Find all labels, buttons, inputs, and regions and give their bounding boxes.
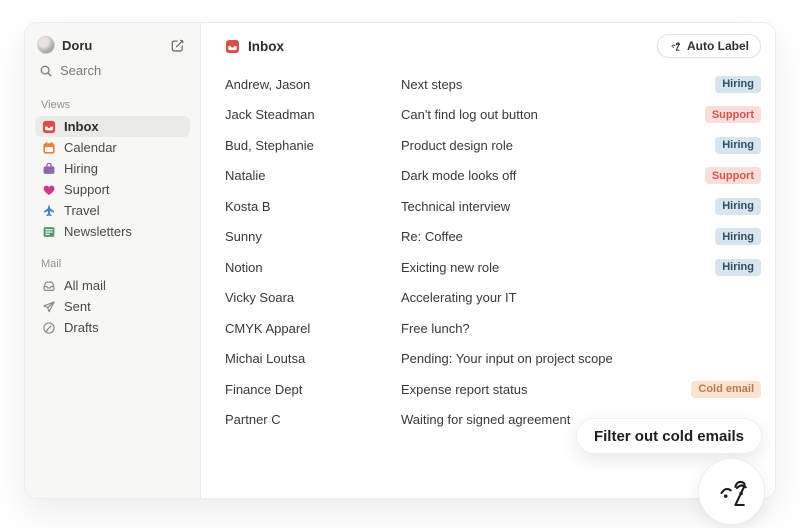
drafts-icon <box>41 320 56 335</box>
email-row[interactable]: Vicky SoaraAccelerating your IT <box>225 283 761 314</box>
search-input[interactable]: Search <box>35 58 190 83</box>
email-sender: Partner C <box>225 412 401 427</box>
user-menu[interactable]: Doru <box>35 34 190 56</box>
email-sender: Andrew, Jason <box>225 77 401 92</box>
sidebar-item-label: Sent <box>64 299 91 314</box>
user-name: Doru <box>62 38 161 53</box>
email-subject: Dark mode looks off <box>401 168 705 183</box>
email-row[interactable]: NotionExicting new roleHiring <box>225 252 761 283</box>
email-label-badge: Support <box>705 167 761 184</box>
sidebar-item-all-mail[interactable]: All mail <box>35 275 190 296</box>
email-sender: Vicky Soara <box>225 290 401 305</box>
calendar-icon <box>41 140 56 155</box>
compose-icon[interactable] <box>168 36 186 54</box>
section-label-mail: Mail <box>41 258 184 270</box>
ai-suggestion-text: Filter out cold emails <box>594 428 744 445</box>
heart-icon <box>41 182 56 197</box>
email-subject: Exicting new role <box>401 260 715 275</box>
section-label-views: Views <box>41 99 184 111</box>
email-row[interactable]: SunnyRe: CoffeeHiring <box>225 222 761 253</box>
email-row[interactable]: Michai LoutsaPending: Your input on proj… <box>225 344 761 375</box>
sidebar-item-inbox[interactable]: Inbox <box>35 116 190 137</box>
auto-label-button[interactable]: Auto Label <box>657 34 761 58</box>
send-icon <box>41 299 56 314</box>
email-label-badge: Hiring <box>715 198 761 215</box>
email-sender: Kosta B <box>225 199 401 214</box>
email-subject: Accelerating your IT <box>401 290 761 305</box>
sidebar-item-label: Hiring <box>64 161 98 176</box>
email-subject: Product design role <box>401 138 715 153</box>
search-icon <box>39 64 53 78</box>
sidebar-item-label: Newsletters <box>64 224 132 239</box>
email-subject: Can't find log out button <box>401 107 705 122</box>
ai-suggestion-tooltip[interactable]: Filter out cold emails <box>577 419 761 453</box>
inbox-icon <box>225 39 240 54</box>
ai-assistant-button[interactable] <box>699 459 764 524</box>
sidebar-item-label: All mail <box>64 278 106 293</box>
email-sender: Jack Steadman <box>225 107 401 122</box>
email-label-badge: Hiring <box>715 228 761 245</box>
sidebar-item-label: Drafts <box>64 320 99 335</box>
sidebar-item-support[interactable]: Support <box>35 179 190 200</box>
avatar <box>37 36 55 54</box>
email-row[interactable]: Kosta BTechnical interviewHiring <box>225 191 761 222</box>
email-subject: Expense report status <box>401 382 691 397</box>
email-label-badge: Hiring <box>715 137 761 154</box>
list-header: Inbox Auto Label <box>225 23 761 69</box>
sidebar-item-label: Calendar <box>64 140 117 155</box>
newspaper-icon <box>41 224 56 239</box>
sidebar-item-newsletters[interactable]: Newsletters <box>35 221 190 242</box>
email-sender: Michai Loutsa <box>225 351 401 366</box>
sidebar-item-hiring[interactable]: Hiring <box>35 158 190 179</box>
search-label: Search <box>60 63 101 78</box>
sidebar-item-label: Travel <box>64 203 100 218</box>
email-sender: Bud, Stephanie <box>225 138 401 153</box>
sidebar-item-calendar[interactable]: Calendar <box>35 137 190 158</box>
sidebar-item-label: Inbox <box>64 119 99 134</box>
sidebar-item-sent[interactable]: Sent <box>35 296 190 317</box>
email-row[interactable]: Bud, StephanieProduct design roleHiring <box>225 130 761 161</box>
sidebar: Doru Search Views Inbox Calendar Hiring Supp… <box>25 23 201 498</box>
page-title: Inbox <box>248 39 284 54</box>
email-sender: CMYK Apparel <box>225 321 401 336</box>
email-row[interactable]: CMYK ApparelFree lunch? <box>225 313 761 344</box>
email-label-badge: Hiring <box>715 259 761 276</box>
email-row[interactable]: Jack SteadmanCan't find log out buttonSu… <box>225 100 761 131</box>
email-row[interactable]: Andrew, JasonNext stepsHiring <box>225 69 761 100</box>
email-subject: Technical interview <box>401 199 715 214</box>
sidebar-item-drafts[interactable]: Drafts <box>35 317 190 338</box>
email-list: Andrew, JasonNext stepsHiringJack Steadm… <box>225 69 761 435</box>
email-sender: Natalie <box>225 168 401 183</box>
email-label-badge: Support <box>705 106 761 123</box>
email-subject: Pending: Your input on project scope <box>401 351 761 366</box>
ai-face-icon <box>713 473 750 510</box>
email-subject: Re: Coffee <box>401 229 715 244</box>
email-sender: Notion <box>225 260 401 275</box>
sidebar-item-label: Support <box>64 182 110 197</box>
ai-face-icon <box>669 40 681 52</box>
email-sender: Finance Dept <box>225 382 401 397</box>
auto-label-button-text: Auto Label <box>687 39 749 53</box>
email-subject: Next steps <box>401 77 715 92</box>
email-label-badge: Hiring <box>715 76 761 93</box>
briefcase-icon <box>41 161 56 176</box>
email-row[interactable]: Finance DeptExpense report statusCold em… <box>225 374 761 405</box>
email-row[interactable]: NatalieDark mode looks offSupport <box>225 161 761 192</box>
inbox-icon <box>41 119 56 134</box>
plane-icon <box>41 203 56 218</box>
sidebar-item-travel[interactable]: Travel <box>35 200 190 221</box>
tray-icon <box>41 278 56 293</box>
email-label-badge: Cold email <box>691 381 761 398</box>
email-sender: Sunny <box>225 229 401 244</box>
email-subject: Free lunch? <box>401 321 761 336</box>
